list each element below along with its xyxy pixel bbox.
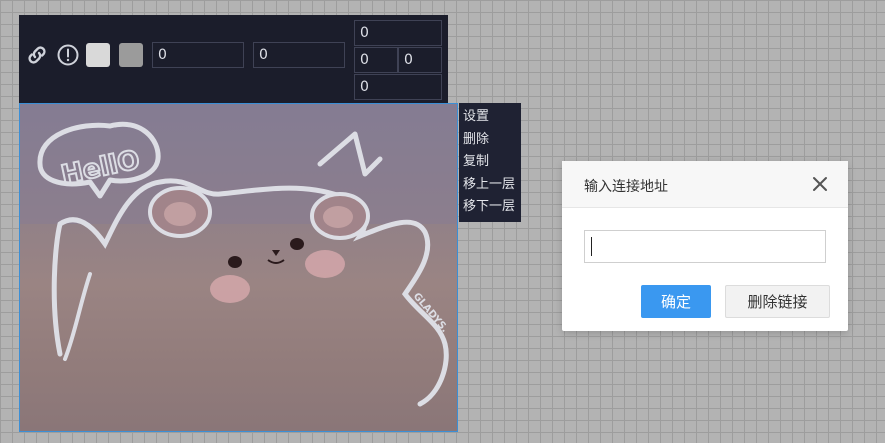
padding-bottom-input[interactable] — [354, 74, 442, 100]
height-input[interactable] — [253, 42, 345, 68]
padding-right-input[interactable] — [398, 47, 442, 73]
link-icon[interactable] — [25, 43, 49, 67]
dialog-title: 输入连接地址 — [584, 179, 668, 195]
padding-left-input[interactable] — [354, 47, 398, 73]
border-color-swatch[interactable] — [119, 43, 143, 67]
menu-item-move-up[interactable]: 移上一层 — [459, 174, 521, 197]
text-caret — [591, 237, 592, 256]
bear-illustration: HellO GLADYS. — [20, 104, 457, 407]
width-input[interactable] — [152, 42, 244, 68]
menu-item-copy[interactable]: 复制 — [459, 151, 521, 174]
menu-item-move-down[interactable]: 移下一层 — [459, 196, 521, 219]
delete-link-button[interactable]: 删除链接 — [725, 285, 830, 318]
menu-item-delete[interactable]: 删除 — [459, 129, 521, 152]
fill-color-swatch[interactable] — [86, 43, 110, 67]
link-dialog: 输入连接地址 确定 删除链接 — [562, 161, 848, 331]
close-icon[interactable] — [812, 176, 828, 192]
padding-top-input[interactable] — [354, 20, 442, 46]
signature-text: GLADYS. — [411, 291, 450, 335]
link-url-input[interactable] — [584, 230, 826, 263]
menu-item-settings[interactable]: 设置 — [459, 106, 521, 129]
selected-image[interactable]: HellO GLADYS. — [19, 103, 458, 432]
info-circle-icon[interactable] — [56, 43, 80, 67]
dialog-header: 输入连接地址 — [562, 161, 848, 208]
confirm-button[interactable]: 确定 — [641, 285, 711, 318]
editor-toolbar — [19, 15, 448, 103]
context-menu: 设置 删除 复制 移上一层 移下一层 — [459, 103, 521, 222]
